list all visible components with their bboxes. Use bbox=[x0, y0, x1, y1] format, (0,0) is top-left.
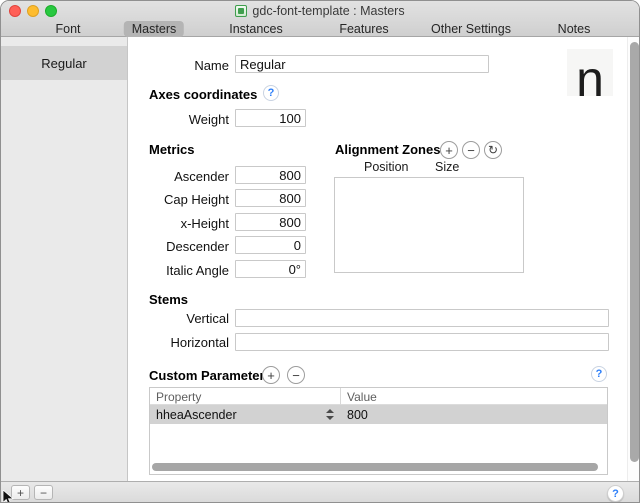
plus-icon: + bbox=[17, 487, 24, 499]
custom-parameter-title: Custom Parameter bbox=[149, 368, 265, 383]
master-settings-panel: Name n Axes coordinates ? Weight Metrics… bbox=[129, 37, 640, 481]
footer-bar: + − ? bbox=[1, 481, 639, 503]
parameter-help-button[interactable]: ? bbox=[591, 366, 607, 382]
minus-icon: − bbox=[40, 487, 47, 499]
tab-masters[interactable]: Masters bbox=[124, 21, 184, 37]
zones-position-header: Position bbox=[364, 160, 408, 174]
tab-other-settings[interactable]: Other Settings bbox=[423, 21, 519, 37]
sidebar-item-regular[interactable]: Regular bbox=[1, 46, 127, 80]
ascender-input[interactable] bbox=[235, 166, 306, 184]
vertical-stems-input[interactable] bbox=[235, 309, 609, 327]
chevron-up-down-icon[interactable] bbox=[324, 408, 335, 421]
vertical-stems-label: Vertical bbox=[119, 311, 229, 326]
tab-features[interactable]: Features bbox=[331, 21, 396, 37]
metrics-section-title: Metrics bbox=[149, 142, 195, 157]
minus-icon: − bbox=[292, 369, 300, 382]
table-header: Property Value bbox=[150, 388, 607, 405]
zone-refresh-button[interactable]: ↻ bbox=[484, 141, 502, 159]
app-window: gdc-font-template : Masters Font Masters… bbox=[0, 0, 640, 503]
title-bar: gdc-font-template : Masters bbox=[1, 1, 639, 20]
zones-size-header: Size bbox=[435, 160, 459, 174]
value-column-header: Value bbox=[347, 390, 377, 404]
ascender-label: Ascender bbox=[119, 169, 229, 184]
horizontal-stems-input[interactable] bbox=[235, 333, 609, 351]
tab-bar: Font Masters Instances Features Other Se… bbox=[1, 20, 639, 37]
weight-label: Weight bbox=[119, 112, 229, 127]
zone-remove-button[interactable]: − bbox=[462, 141, 480, 159]
axes-section-title: Axes coordinates bbox=[149, 87, 257, 102]
parameter-add-button[interactable]: + bbox=[262, 366, 280, 384]
zone-add-button[interactable]: + bbox=[440, 141, 458, 159]
help-button[interactable]: ? bbox=[607, 485, 624, 502]
minus-icon: − bbox=[467, 144, 475, 157]
cap-height-input[interactable] bbox=[235, 189, 306, 207]
sidebar-item-label: Regular bbox=[41, 56, 87, 71]
horizontal-scrollbar-thumb[interactable] bbox=[152, 463, 598, 471]
name-label: Name bbox=[119, 58, 229, 73]
plus-icon: + bbox=[445, 144, 453, 157]
italic-angle-label: Italic Angle bbox=[119, 263, 229, 278]
vertical-scrollbar-thumb[interactable] bbox=[630, 42, 639, 462]
x-height-label: x-Height bbox=[119, 216, 229, 231]
name-input[interactable] bbox=[235, 55, 489, 73]
plus-icon: + bbox=[267, 369, 275, 382]
window-title: gdc-font-template : Masters bbox=[252, 4, 404, 18]
document-icon bbox=[235, 5, 247, 17]
mouse-cursor-icon bbox=[2, 490, 15, 503]
axes-help-button[interactable]: ? bbox=[263, 85, 279, 101]
parameter-property: hheaAscender bbox=[156, 408, 237, 422]
alignment-zones-title: Alignment Zones bbox=[335, 142, 440, 157]
glyph-preview: n bbox=[567, 49, 613, 96]
tab-instances[interactable]: Instances bbox=[221, 21, 291, 37]
tab-notes[interactable]: Notes bbox=[550, 21, 599, 37]
custom-parameter-table: Property Value hheaAscender 800 bbox=[149, 387, 608, 475]
descender-input[interactable] bbox=[235, 236, 306, 254]
x-height-input[interactable] bbox=[235, 213, 306, 231]
weight-input[interactable] bbox=[235, 109, 306, 127]
refresh-icon: ↻ bbox=[488, 144, 498, 156]
descender-label: Descender bbox=[119, 239, 229, 254]
italic-angle-input[interactable] bbox=[235, 260, 306, 278]
tab-font[interactable]: Font bbox=[47, 21, 88, 37]
cap-height-label: Cap Height bbox=[119, 192, 229, 207]
property-column-header: Property bbox=[156, 390, 201, 404]
alignment-zones-list[interactable] bbox=[334, 177, 524, 273]
stems-section-title: Stems bbox=[149, 292, 188, 307]
parameter-remove-button[interactable]: − bbox=[287, 366, 305, 384]
horizontal-stems-label: Horizontal bbox=[119, 335, 229, 350]
column-divider bbox=[340, 388, 341, 405]
glyph-preview-letter: n bbox=[576, 66, 604, 94]
table-row[interactable]: hheaAscender 800 bbox=[150, 405, 607, 424]
masters-sidebar: Regular bbox=[1, 37, 128, 481]
parameter-value: 800 bbox=[347, 408, 368, 422]
remove-master-button[interactable]: − bbox=[34, 485, 53, 500]
question-mark-icon: ? bbox=[612, 488, 619, 500]
